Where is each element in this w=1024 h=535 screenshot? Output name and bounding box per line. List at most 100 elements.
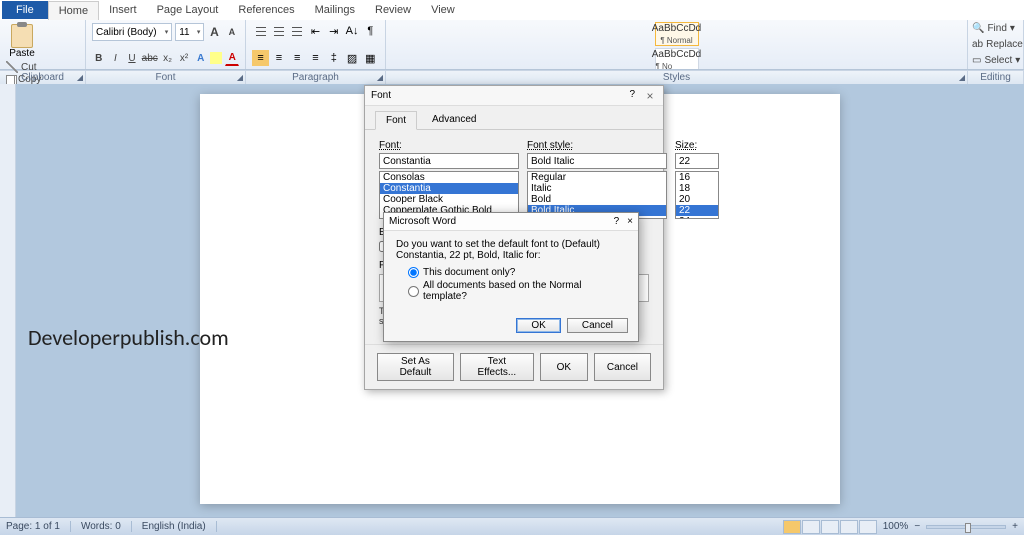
style-no-spacing[interactable]: AaBbCcDd¶ No Spacing <box>655 48 699 69</box>
confirm-help-icon[interactable]: ? <box>614 216 620 227</box>
tab-file[interactable]: File <box>2 1 48 19</box>
tab-review[interactable]: Review <box>365 1 421 19</box>
shrink-font-icon: A <box>229 27 236 37</box>
radio-this-document[interactable]: This document only? <box>408 267 626 278</box>
radio-label: All documents based on the Normal templa… <box>423 280 626 302</box>
dialog-title-bar[interactable]: Font ? × <box>365 86 663 106</box>
tab-page-layout[interactable]: Page Layout <box>147 1 229 19</box>
tab-insert[interactable]: Insert <box>99 1 147 19</box>
replace-button[interactable]: ab Replace <box>972 39 1019 50</box>
status-page[interactable]: Page: 1 of 1 <box>6 521 71 532</box>
shrink-font-button[interactable]: A <box>225 24 239 40</box>
status-words[interactable]: Words: 0 <box>81 521 132 532</box>
list-item[interactable]: Consolas <box>380 172 518 183</box>
style-normal[interactable]: AaBbCcDd¶ Normal <box>655 22 699 46</box>
radio[interactable] <box>408 286 419 297</box>
select-label: Select <box>984 55 1012 66</box>
list-item[interactable]: 16 <box>676 172 718 183</box>
bullets-icon <box>256 27 266 36</box>
print-layout-view[interactable] <box>783 520 801 534</box>
web-layout-view[interactable] <box>821 520 839 534</box>
vertical-ruler[interactable] <box>0 84 16 517</box>
watermark-text: Developerpublish.com <box>28 324 229 351</box>
subscript-button[interactable]: x₂ <box>161 50 175 66</box>
bold-button[interactable]: B <box>92 50 106 66</box>
numbering-button[interactable] <box>270 23 287 39</box>
font-launcher[interactable]: ◢ <box>237 73 243 82</box>
radio-all-documents[interactable]: All documents based on the Normal templa… <box>408 280 626 302</box>
text-effects-button[interactable]: A <box>194 50 208 66</box>
font-color-button[interactable]: A <box>225 50 239 66</box>
font-size-select[interactable]: 11▾ <box>175 23 204 41</box>
status-language[interactable]: English (India) <box>142 521 217 532</box>
list-item[interactable]: 24 <box>676 216 718 219</box>
find-button[interactable]: 🔍 Find ▾ <box>972 23 1019 34</box>
tab-home[interactable]: Home <box>48 1 99 20</box>
confirm-message: Do you want to set the default font to (… <box>396 239 626 261</box>
list-item[interactable]: 20 <box>676 194 718 205</box>
strike-button[interactable]: abc <box>142 50 158 66</box>
borders-button[interactable]: ▦ <box>362 50 379 66</box>
close-icon[interactable]: × <box>643 89 657 103</box>
paragraph-launcher[interactable]: ◢ <box>377 73 383 82</box>
list-item[interactable]: Italic <box>528 183 666 194</box>
styles-launcher[interactable]: ◢ <box>959 73 965 82</box>
radio[interactable] <box>408 267 419 278</box>
zoom-out-button[interactable]: − <box>914 521 920 532</box>
font-cancel-button[interactable]: Cancel <box>594 353 651 381</box>
list-item[interactable]: Constantia <box>380 183 518 194</box>
align-center-button[interactable]: ≡ <box>270 50 287 66</box>
full-screen-view[interactable] <box>802 520 820 534</box>
shading-button[interactable]: ▨ <box>343 50 360 66</box>
confirm-ok-button[interactable]: OK <box>516 318 560 333</box>
multilevel-button[interactable] <box>289 23 306 39</box>
list-item[interactable]: 22 <box>676 205 718 216</box>
draft-view[interactable] <box>859 520 877 534</box>
line-spacing-button[interactable]: ‡ <box>325 50 342 66</box>
bullets-button[interactable] <box>252 23 269 39</box>
zoom-level[interactable]: 100% <box>883 521 909 532</box>
clipboard-launcher[interactable]: ◢ <box>77 73 83 82</box>
confirm-cancel-button[interactable]: Cancel <box>567 318 628 333</box>
tab-references[interactable]: References <box>228 1 304 19</box>
font-size-list[interactable]: 16 18 20 22 24 <box>675 171 719 219</box>
superscript-button[interactable]: x² <box>177 50 191 66</box>
sort-button[interactable]: A↓ <box>343 23 360 39</box>
zoom-thumb[interactable] <box>965 523 971 533</box>
decrease-indent-button[interactable]: ⇤ <box>307 23 324 39</box>
close-icon[interactable]: × <box>627 216 633 227</box>
select-button[interactable]: ▭ Select ▾ <box>972 55 1019 66</box>
zoom-in-button[interactable]: + <box>1012 521 1018 532</box>
increase-indent-button[interactable]: ⇥ <box>325 23 342 39</box>
font-name-select[interactable]: Calibri (Body)▾ <box>92 23 172 41</box>
list-item[interactable]: 18 <box>676 183 718 194</box>
dialog-help-icon[interactable]: ? <box>629 89 635 103</box>
list-item[interactable]: Bold <box>528 194 666 205</box>
dialog-tab-font[interactable]: Font <box>375 111 417 130</box>
confirm-title-bar[interactable]: Microsoft Word ? × <box>384 213 638 231</box>
paste-button[interactable]: Paste <box>6 22 38 59</box>
align-right-button[interactable]: ≡ <box>289 50 306 66</box>
show-marks-button[interactable]: ¶ <box>362 23 379 39</box>
list-item[interactable]: Cooper Black <box>380 194 518 205</box>
paste-label: Paste <box>9 48 35 59</box>
font-ok-button[interactable]: OK <box>540 353 588 381</box>
set-as-default-button[interactable]: Set As Default <box>377 353 454 381</box>
status-bar: Page: 1 of 1 Words: 0 English (India) 10… <box>0 517 1024 535</box>
font-size-input[interactable] <box>675 153 719 169</box>
underline-button[interactable]: U <box>125 50 139 66</box>
tab-view[interactable]: View <box>421 1 465 19</box>
list-item[interactable]: Regular <box>528 172 666 183</box>
font-style-input[interactable] <box>527 153 667 169</box>
highlight-button[interactable] <box>210 52 222 64</box>
outline-view[interactable] <box>840 520 858 534</box>
dialog-tab-advanced[interactable]: Advanced <box>421 110 487 129</box>
align-left-button[interactable]: ≡ <box>252 50 269 66</box>
tab-mailings[interactable]: Mailings <box>305 1 365 19</box>
grow-font-button[interactable]: A <box>207 24 221 40</box>
justify-button[interactable]: ≡ <box>307 50 324 66</box>
font-input[interactable] <box>379 153 519 169</box>
text-effects-button[interactable]: Text Effects... <box>460 353 534 381</box>
zoom-slider[interactable] <box>926 525 1006 529</box>
italic-button[interactable]: I <box>109 50 123 66</box>
